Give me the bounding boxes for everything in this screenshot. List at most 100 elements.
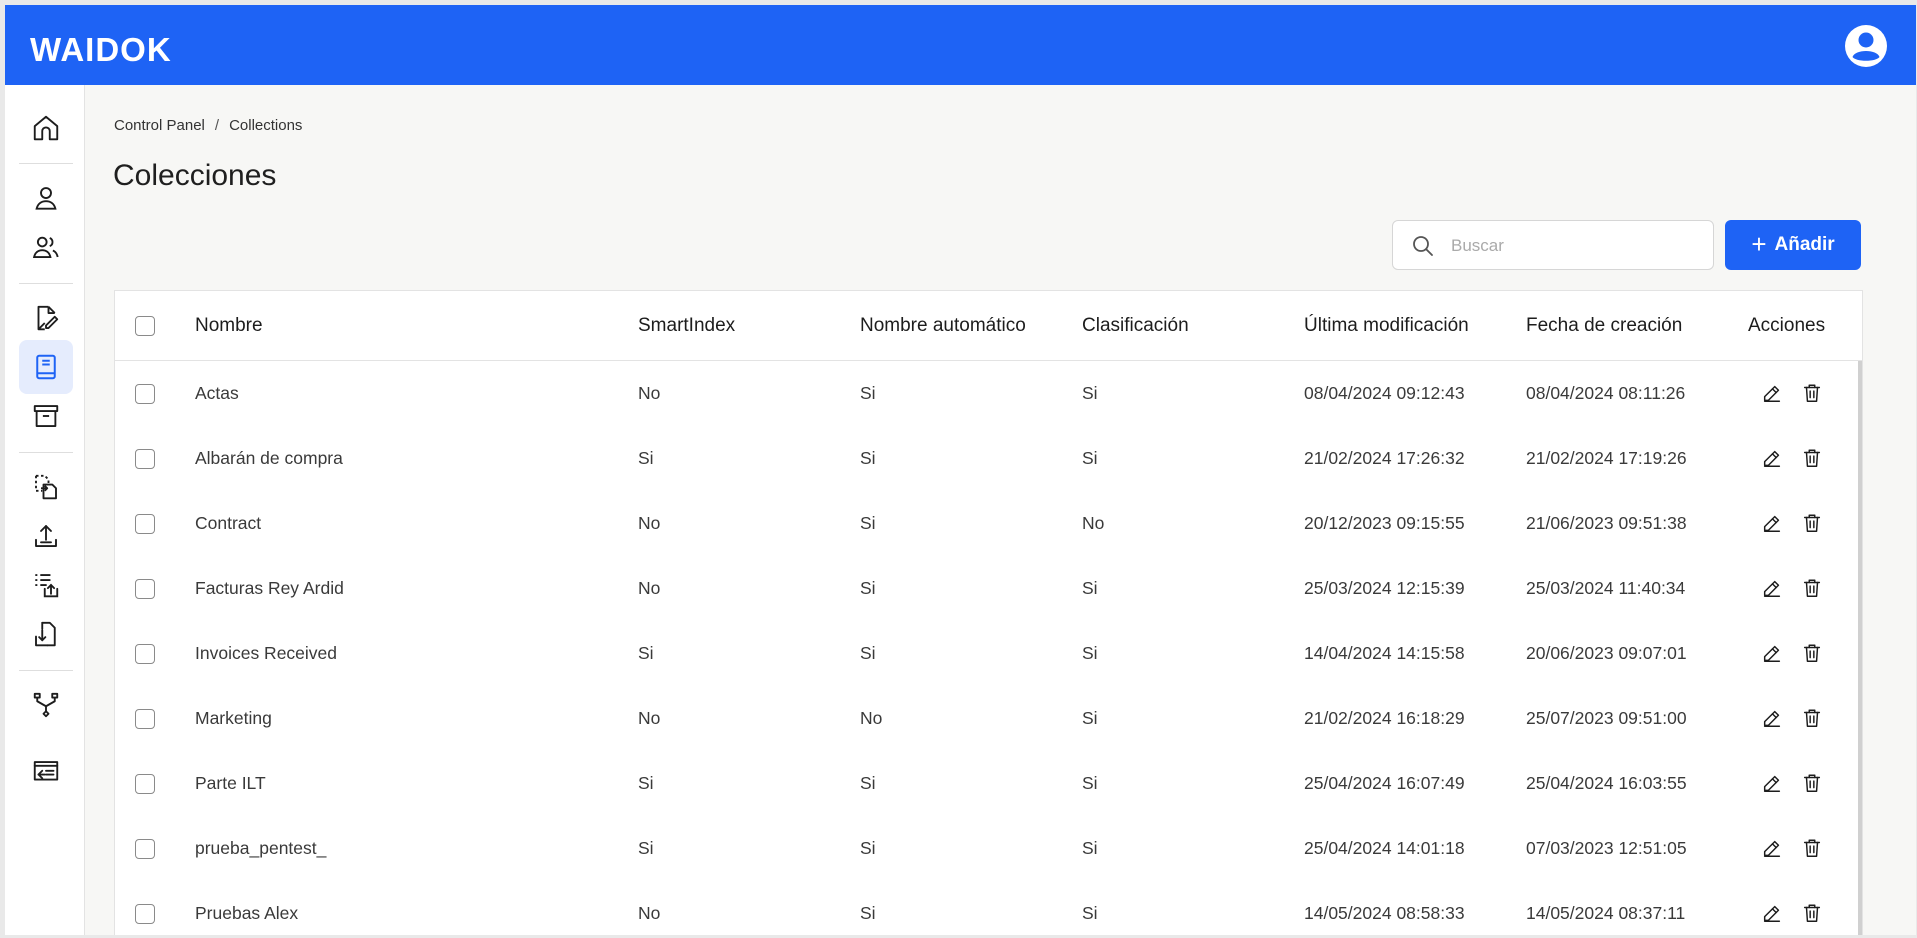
home-icon (33, 115, 59, 141)
cell-nombre-automatico: Si (860, 448, 876, 468)
sidebar (5, 85, 85, 935)
table-row[interactable]: Invoices Received Si Si Si 14/04/2024 14:15:… (115, 621, 1862, 686)
sidebar-item-archive[interactable] (19, 389, 73, 443)
cell-ultima-modificacion: 25/04/2024 16:07:49 (1304, 773, 1465, 793)
delete-icon[interactable] (1801, 577, 1823, 599)
sidebar-item-upload[interactable] (19, 509, 73, 563)
sidebar-item-download[interactable] (19, 607, 73, 661)
delete-icon[interactable] (1801, 512, 1823, 534)
table-row[interactable]: Contract No Si No 20/12/2023 09:15:55 21/06/2… (115, 491, 1862, 556)
row-checkbox[interactable] (135, 384, 155, 404)
row-checkbox[interactable] (135, 904, 155, 924)
table-row[interactable]: Parte ILT Si Si Si 25/04/2024 16:07:49 25/04/… (115, 751, 1862, 816)
sidebar-item-transfer[interactable] (19, 460, 73, 514)
sidebar-item-collections[interactable] (19, 340, 73, 394)
sidebar-item-batch-upload[interactable] (19, 558, 73, 612)
table-row[interactable]: prueba_pentest_ Si Si Si 25/04/2024 14:01:18… (115, 816, 1862, 881)
cell-ultima-modificacion: 25/03/2024 12:15:39 (1304, 578, 1465, 598)
page-title: Colecciones (113, 159, 277, 192)
cell-nombre-automatico: No (860, 708, 883, 728)
cell-ultima-modificacion: 25/04/2024 14:01:18 (1304, 838, 1465, 858)
document-download-icon (35, 621, 56, 647)
column-header-fecha-creacion[interactable]: Fecha de creación (1526, 315, 1682, 337)
sidebar-item-documents[interactable] (19, 291, 73, 345)
delete-icon[interactable] (1801, 707, 1823, 729)
breadcrumb-separator: / (214, 117, 220, 134)
delete-icon[interactable] (1801, 642, 1823, 664)
cell-ultima-modificacion: 14/04/2024 14:15:58 (1304, 643, 1465, 663)
cell-fecha-creacion: 25/03/2024 11:40:34 (1526, 578, 1686, 598)
app-window: WAIDOK Control Panel / Collections Colec… (5, 5, 1916, 935)
delete-icon[interactable] (1801, 447, 1823, 469)
edit-icon[interactable] (1761, 512, 1783, 534)
delete-icon[interactable] (1801, 837, 1823, 859)
cell-nombre: Contract (195, 513, 262, 533)
cell-nombre-automatico: Si (860, 383, 876, 403)
cell-smartindex: Si (638, 643, 654, 663)
app-logo[interactable]: WAIDOK (30, 31, 172, 69)
cell-fecha-creacion: 21/06/2023 09:51:38 (1526, 513, 1687, 533)
row-checkbox[interactable] (135, 839, 155, 859)
select-all-checkbox[interactable] (135, 316, 155, 336)
cell-nombre-automatico: Si (860, 578, 876, 598)
table-row[interactable]: Actas No Si Si 08/04/2024 09:12:43 08/04/2024… (115, 361, 1862, 426)
breadcrumb-item-control-panel[interactable]: Control Panel (114, 117, 205, 134)
cell-nombre: Facturas Rey Ardid (195, 578, 344, 598)
sidebar-item-workflow[interactable] (19, 678, 73, 732)
table-header: Nombre SmartIndex Nombre automático Clas… (115, 291, 1862, 361)
list-upload-icon (35, 574, 59, 598)
users-icon (32, 236, 59, 258)
document-edit-icon (37, 305, 59, 331)
column-header-nombre[interactable]: Nombre (195, 315, 263, 337)
cell-fecha-creacion: 14/05/2024 08:37:11 (1526, 903, 1686, 923)
column-header-nombre-automatico[interactable]: Nombre automático (860, 315, 1026, 337)
delete-icon[interactable] (1801, 772, 1823, 794)
cell-nombre: prueba_pentest_ (195, 838, 327, 858)
row-checkbox[interactable] (135, 709, 155, 729)
edit-icon[interactable] (1761, 902, 1783, 924)
top-bar: WAIDOK (5, 5, 1916, 85)
edit-icon[interactable] (1761, 707, 1783, 729)
document-transfer-icon (35, 474, 57, 500)
edit-icon[interactable] (1761, 382, 1783, 404)
table-row[interactable]: Marketing No No Si 21/02/2024 16:18:29 25/07/… (115, 686, 1862, 751)
column-header-ultima-modificacion[interactable]: Última modificación (1304, 315, 1469, 337)
cell-ultima-modificacion: 21/02/2024 16:18:29 (1304, 708, 1465, 728)
delete-icon[interactable] (1801, 902, 1823, 924)
cell-nombre-automatico: Si (860, 643, 876, 663)
import-screen-icon (33, 761, 59, 781)
sidebar-item-import[interactable] (19, 745, 73, 799)
cell-smartindex: Si (638, 773, 654, 793)
add-collection-button[interactable]: + Añadir (1725, 220, 1861, 270)
edit-icon[interactable] (1761, 577, 1783, 599)
cell-nombre: Invoices Received (195, 643, 338, 663)
sidebar-item-home[interactable] (19, 101, 73, 155)
delete-icon[interactable] (1801, 382, 1823, 404)
sidebar-item-users[interactable] (19, 220, 73, 274)
edit-icon[interactable] (1761, 772, 1783, 794)
table-row[interactable]: Facturas Rey Ardid No Si Si 25/03/2024 12:15… (115, 556, 1862, 621)
row-checkbox[interactable] (135, 449, 155, 469)
search-box[interactable] (1392, 220, 1714, 270)
column-header-clasificacion[interactable]: Clasificación (1082, 315, 1189, 337)
table-scrollbar[interactable] (1858, 361, 1862, 935)
breadcrumb-item-collections: Collections (229, 117, 303, 134)
edit-icon[interactable] (1761, 642, 1783, 664)
cell-nombre: Albarán de compra (195, 448, 343, 468)
cell-smartindex: Si (638, 448, 654, 468)
row-checkbox[interactable] (135, 579, 155, 599)
table-row[interactable]: Pruebas Alex No Si Si 14/05/2024 08:58:33 14/… (115, 881, 1862, 935)
row-checkbox[interactable] (135, 774, 155, 794)
row-checkbox[interactable] (135, 514, 155, 534)
table-row[interactable]: Albarán de compra Si Si Si 21/02/2024 17:26:… (115, 426, 1862, 491)
cell-clasificacion: Si (1082, 773, 1098, 793)
edit-icon[interactable] (1761, 447, 1783, 469)
column-header-smartindex[interactable]: SmartIndex (638, 315, 735, 337)
cell-fecha-creacion: 25/07/2023 09:51:00 (1526, 708, 1687, 728)
plus-icon: + (1751, 229, 1767, 259)
user-avatar-icon[interactable] (1844, 24, 1888, 68)
search-input[interactable] (1451, 231, 1701, 261)
row-checkbox[interactable] (135, 644, 155, 664)
sidebar-item-user[interactable] (19, 171, 73, 225)
edit-icon[interactable] (1761, 837, 1783, 859)
